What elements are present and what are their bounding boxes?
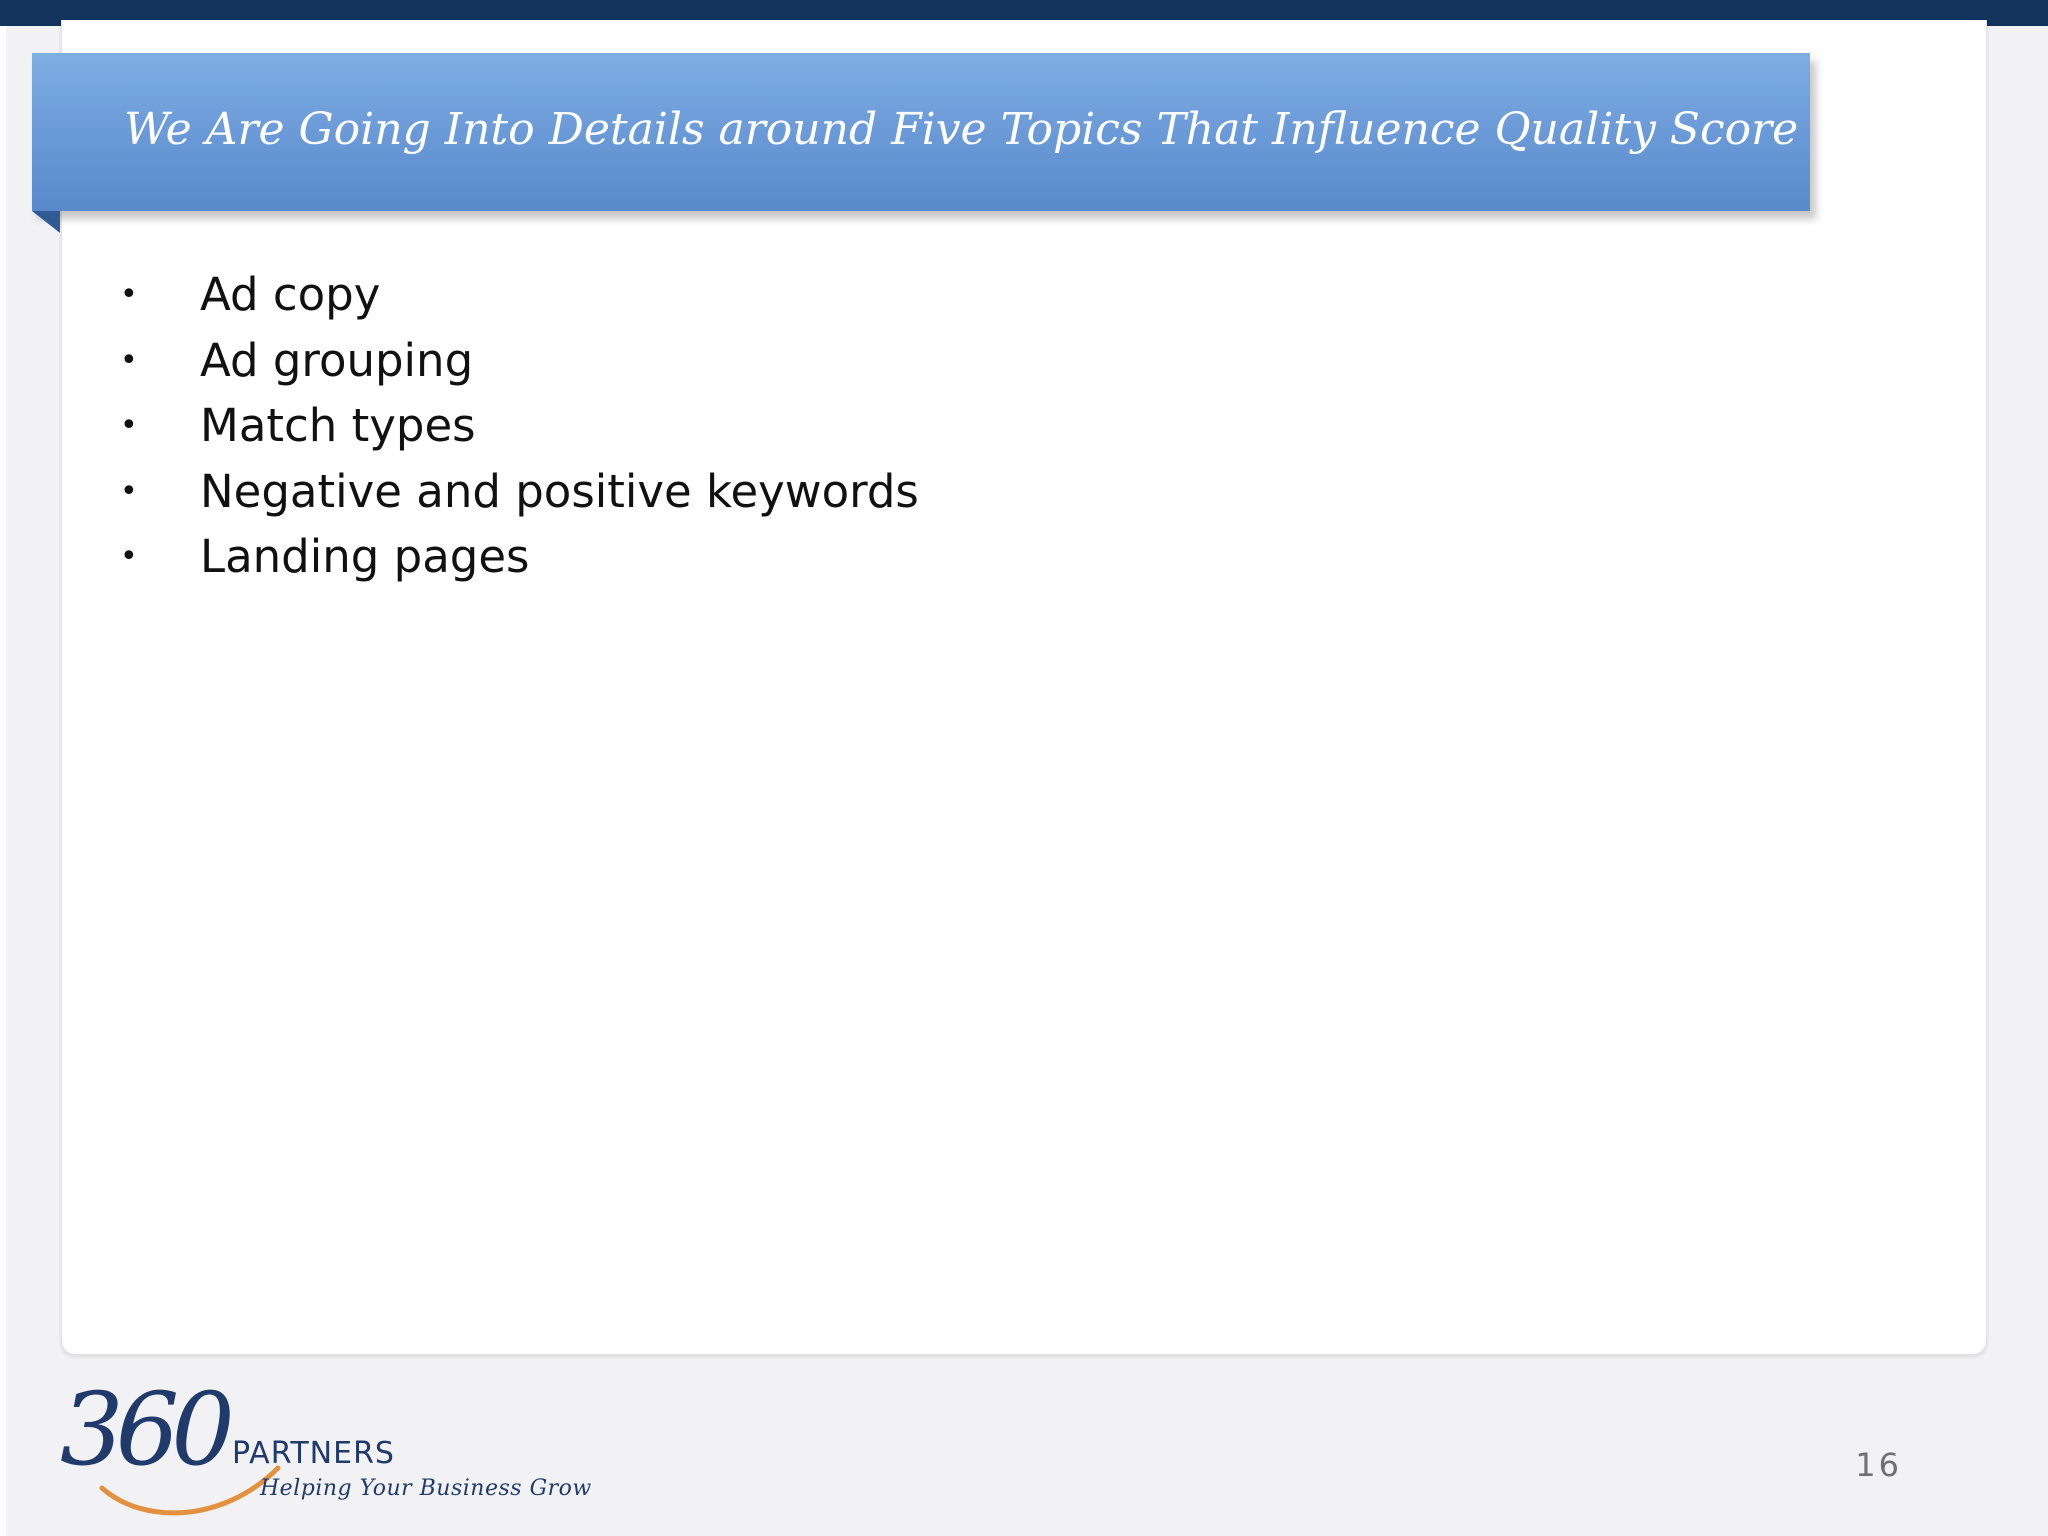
banner-fold [32, 211, 60, 233]
page-number: 16 [1855, 1446, 1902, 1484]
bullet-text: Ad grouping [200, 333, 474, 387]
bullet-icon: • [120, 408, 138, 444]
bullet-item: • Ad grouping [120, 328, 919, 394]
logo-name: PARTNERS [232, 1436, 395, 1471]
bullet-list: • Ad copy • Ad grouping • Match types • … [120, 262, 919, 590]
bullet-icon: • [120, 539, 138, 575]
bullet-text: Landing pages [200, 530, 530, 584]
bullet-item: • Landing pages [120, 524, 919, 590]
bullet-text: Ad copy [200, 268, 381, 322]
bullet-item: • Negative and positive keywords [120, 459, 919, 525]
slide-content-card [61, 20, 1987, 1355]
logo-number: 360 [60, 1371, 235, 1488]
bullet-item: • Ad copy [120, 262, 919, 328]
title-banner: We Are Going Into Details around Five To… [32, 53, 1810, 211]
logo-tagline: Helping Your Business Grow [260, 1476, 592, 1501]
slide-title: We Are Going Into Details around Five To… [124, 103, 1799, 155]
bullet-text: Match types [200, 399, 476, 453]
left-edge-strip [0, 26, 6, 1536]
bullet-icon: • [120, 473, 138, 509]
bullet-icon: • [120, 342, 138, 378]
company-logo: 360 PARTNERS Helping Your Business Grow [60, 1380, 620, 1520]
bullet-item: • Match types [120, 393, 919, 459]
bullet-text: Negative and positive keywords [200, 464, 919, 518]
bullet-icon: • [120, 277, 138, 313]
